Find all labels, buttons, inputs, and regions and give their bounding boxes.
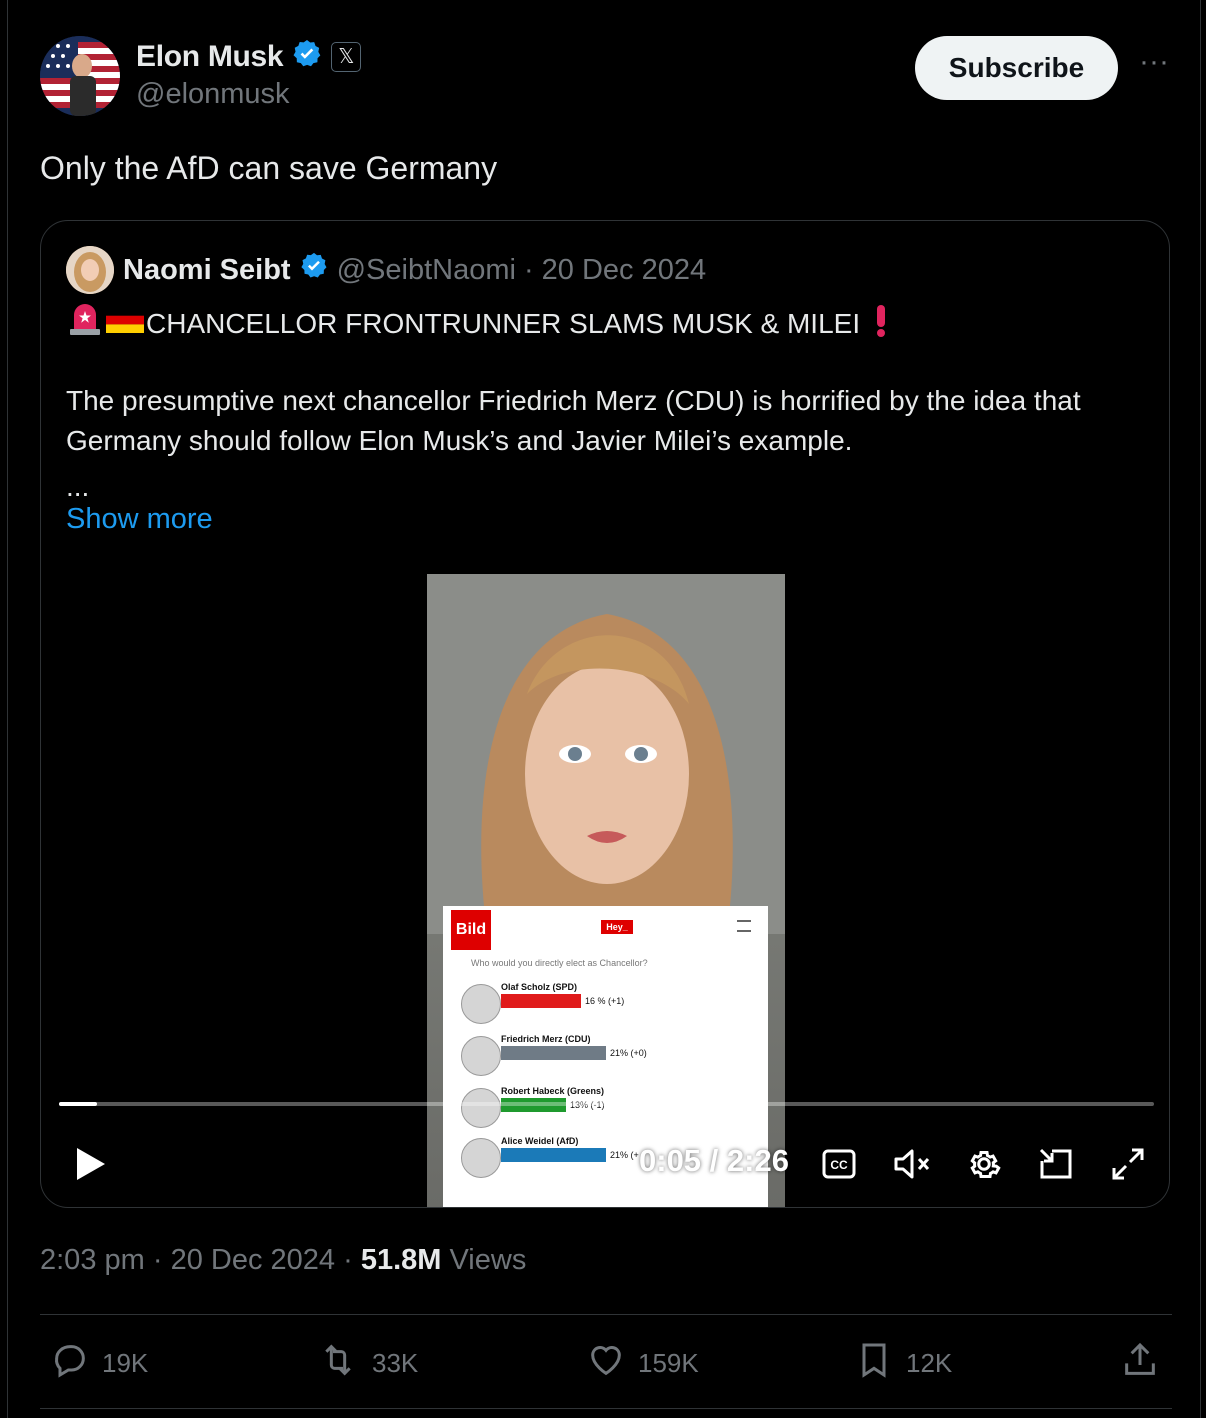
poll-bar xyxy=(501,994,581,1008)
quote-author-handle[interactable]: @SeibtNaomi xyxy=(337,254,516,287)
reply-count: 19K xyxy=(102,1347,149,1378)
author-name-row: Elon Musk 𝕏 xyxy=(136,38,362,75)
picture-in-picture-icon[interactable] xyxy=(1033,1141,1079,1187)
captions-icon[interactable]: CC xyxy=(817,1141,861,1187)
candidate-name: Alice Weidel (AfD) xyxy=(501,1136,579,1146)
bild-menu-icon xyxy=(737,920,751,932)
candidate-name: Robert Habeck (Greens) xyxy=(501,1086,605,1096)
exclamation-icon xyxy=(874,303,888,344)
candidate-photo xyxy=(461,1036,501,1076)
bookmark-icon xyxy=(854,1339,894,1388)
views-label: Views xyxy=(449,1244,527,1276)
heart-icon xyxy=(586,1340,626,1387)
video-frame-image xyxy=(427,574,785,934)
candidate-name: Friedrich Merz (CDU) xyxy=(501,1034,591,1044)
play-icon[interactable] xyxy=(67,1141,113,1187)
repost-count: 33K xyxy=(372,1347,419,1378)
siren-icon xyxy=(66,303,104,344)
more-options-icon[interactable]: ··· xyxy=(1134,47,1174,86)
quote-ellipsis: ... xyxy=(66,471,90,502)
reply-button[interactable]: 19K xyxy=(50,1338,148,1388)
quote-header: Naomi Seibt @SeibtNaomi · 20 Dec 2024 xyxy=(123,251,706,289)
germany-flag-icon xyxy=(106,307,144,340)
quote-date[interactable]: · 20 Dec 2024 xyxy=(524,254,706,287)
like-button[interactable]: 159K xyxy=(586,1338,699,1388)
divider xyxy=(40,1314,1172,1315)
divider xyxy=(40,1408,1172,1409)
tweet-time[interactable]: 2:03 pm xyxy=(40,1244,145,1276)
verified-badge-icon xyxy=(299,251,329,289)
share-icon xyxy=(1120,1340,1160,1387)
candidate-name: Olaf Scholz (SPD) xyxy=(501,982,578,992)
bild-logo: Bild xyxy=(451,910,491,950)
video-player[interactable]: Bild Hey_ Who would you directly elect a… xyxy=(427,574,785,1207)
poll-value: 16 % (+1) xyxy=(585,996,625,1006)
tweet-meta: 2:03 pm · 20 Dec 2024 · 51.8M Views xyxy=(40,1244,526,1277)
repost-button[interactable]: 33K xyxy=(316,1338,418,1388)
quote-body: The presumptive next chancellor Friedric… xyxy=(66,385,1081,456)
tweet-date[interactable]: · 20 Dec 2024 · xyxy=(153,1244,353,1276)
tweet-text: Only the AfD can save Germany xyxy=(40,150,498,186)
poll-value: 21% (+0) xyxy=(610,1048,647,1058)
video-progress-fill xyxy=(59,1102,98,1106)
quote-author-name[interactable]: Naomi Seibt xyxy=(123,254,291,287)
candidate-photo xyxy=(461,1138,501,1178)
reply-icon xyxy=(50,1340,90,1387)
share-button[interactable] xyxy=(1120,1338,1160,1388)
author-handle[interactable]: @elonmusk xyxy=(136,78,290,111)
bookmark-count: 12K xyxy=(906,1347,953,1378)
views-count: 51.8M xyxy=(360,1244,442,1276)
candidate-photo xyxy=(461,984,501,1024)
author-avatar[interactable] xyxy=(40,36,120,116)
author-name[interactable]: Elon Musk xyxy=(136,40,284,74)
settings-gear-icon[interactable] xyxy=(961,1141,1007,1187)
repost-icon xyxy=(316,1340,360,1387)
bild-hey-badge: Hey_ xyxy=(601,920,633,934)
quote-headline: CHANCELLOR FRONTRUNNER SLAMS MUSK & MILE… xyxy=(66,303,888,344)
svg-text:CC: CC xyxy=(830,1158,848,1172)
bild-question: Who would you directly elect as Chancell… xyxy=(471,958,648,968)
subscribe-button[interactable]: Subscribe xyxy=(915,36,1118,100)
poll-value: 21% (+ xyxy=(610,1150,639,1160)
poll-bar xyxy=(501,1148,606,1162)
bookmark-button[interactable]: 12K xyxy=(854,1338,952,1388)
video-progress-bar[interactable] xyxy=(59,1102,1154,1106)
video-time: 0:05 / 2:26 xyxy=(639,1143,789,1178)
x-affiliate-icon[interactable]: 𝕏 xyxy=(331,41,362,72)
like-count: 159K xyxy=(638,1347,699,1378)
candidate-photo xyxy=(461,1088,501,1128)
poll-bar xyxy=(501,1046,606,1060)
quote-author-avatar[interactable] xyxy=(66,246,114,294)
quote-headline-text: CHANCELLOR FRONTRUNNER SLAMS MUSK & MILE… xyxy=(146,307,861,339)
verified-badge-icon xyxy=(291,38,323,75)
show-more-link[interactable]: Show more xyxy=(66,503,213,536)
fullscreen-icon[interactable] xyxy=(1105,1141,1151,1187)
quoted-tweet[interactable]: Naomi Seibt @SeibtNaomi · 20 Dec 2024 CH… xyxy=(40,220,1170,1208)
mute-icon[interactable] xyxy=(889,1141,935,1187)
